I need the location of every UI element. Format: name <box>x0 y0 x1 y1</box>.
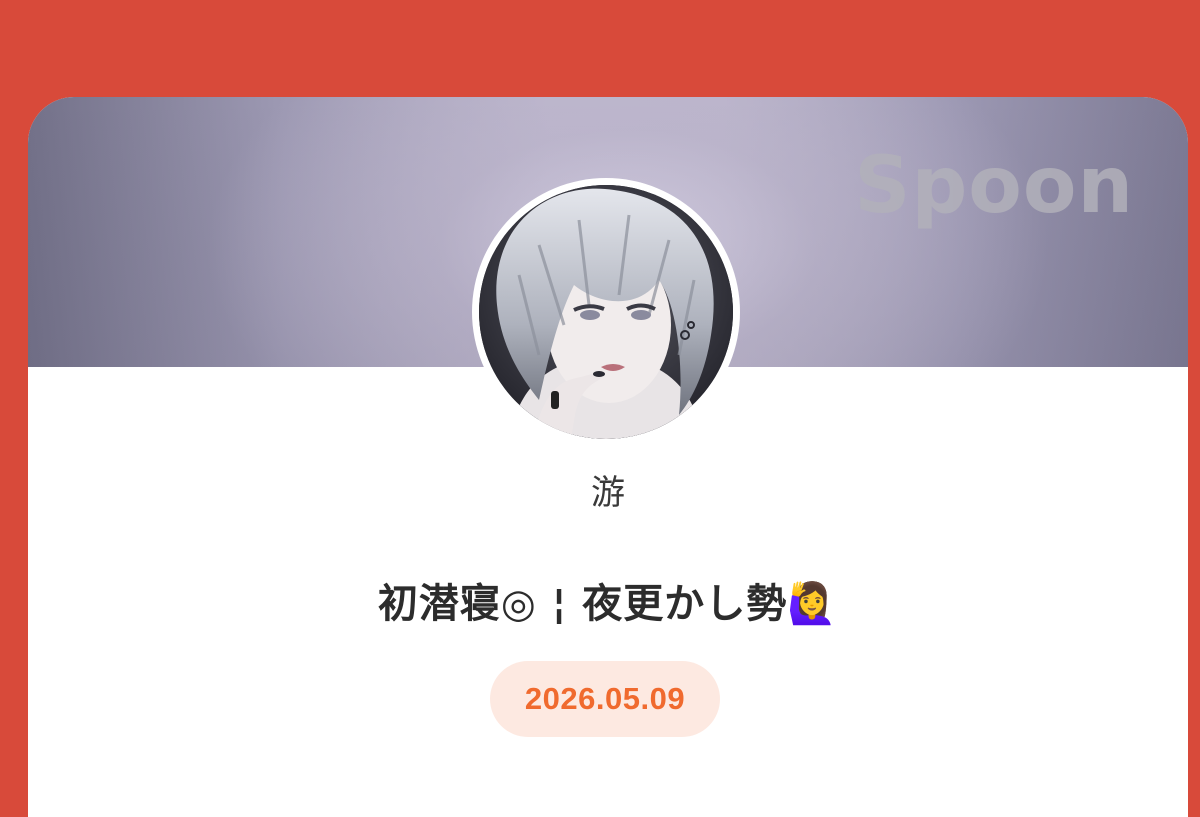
avatar-illustration-icon <box>479 185 733 439</box>
profile-bio: 初潜寝◎ ¦ 夜更かし勢🙋‍♀️ <box>377 581 839 627</box>
profile-card: Spoon <box>28 97 1188 817</box>
date-label: 2026.05.09 <box>524 681 686 716</box>
avatar[interactable] <box>479 185 733 439</box>
spoon-logo: Spoon <box>854 141 1134 231</box>
profile-nickname: 游 <box>591 473 625 513</box>
date-badge: 2026.05.09 <box>490 661 720 737</box>
avatar-frame[interactable] <box>472 178 740 446</box>
